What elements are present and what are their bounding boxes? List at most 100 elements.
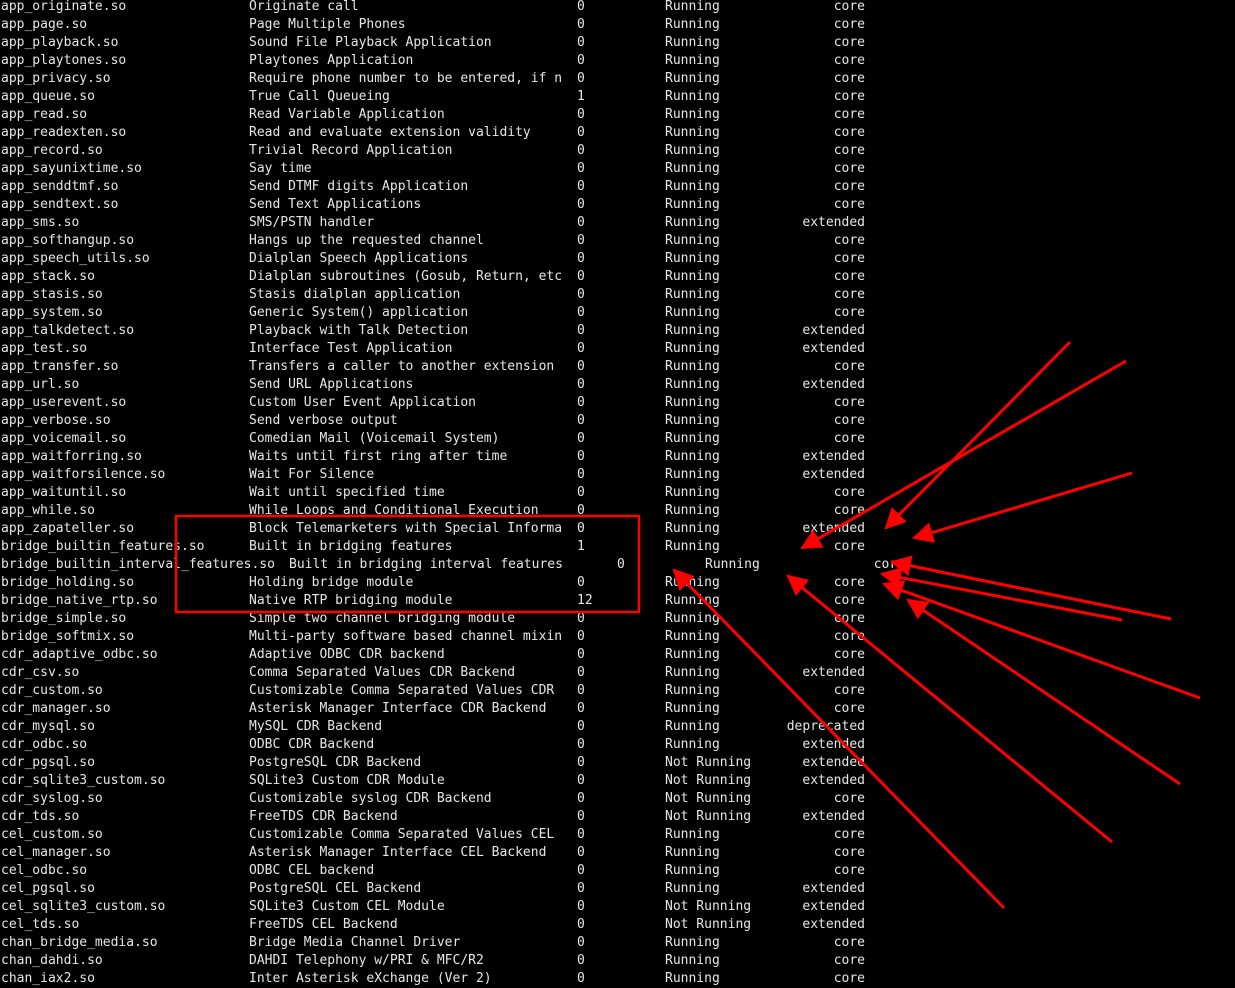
support-level: core: [833, 701, 865, 716]
module-row: bridge_holding.so Holding bridge module 0 R…: [0, 574, 1235, 592]
module-row: cdr_csv.so Comma Separated Values CDR Bac…: [0, 664, 1235, 682]
module-status: Running: [665, 719, 720, 734]
module-description: Send DTMF digits Application: [249, 179, 469, 194]
module-row: app_sms.so SMS/PSTN handler 0 Running extend…: [0, 214, 1235, 232]
module-name: app_verbose.so: [1, 413, 111, 428]
module-description: Dialplan Speech Applications: [249, 251, 469, 266]
module-name: app_transfer.so: [1, 359, 119, 374]
support-level: core: [833, 161, 865, 176]
module-name: app_senddtmf.so: [1, 179, 119, 194]
support-level: extended: [802, 755, 865, 770]
module-status: Running: [705, 557, 760, 572]
use-count: 0: [577, 935, 585, 950]
module-status: Running: [665, 953, 720, 968]
module-row: cdr_odbc.so ODBC CDR Backend 0 Running exten…: [0, 736, 1235, 754]
support-level: extended: [802, 665, 865, 680]
use-count: 0: [577, 233, 585, 248]
support-level: core: [833, 197, 865, 212]
module-name: app_system.so: [1, 305, 103, 320]
support-level: extended: [802, 899, 865, 914]
module-status: Running: [665, 845, 720, 860]
use-count: 0: [577, 755, 585, 770]
support-level: core: [833, 647, 865, 662]
module-row: cdr_manager.so Asterisk Manager Interface…: [0, 700, 1235, 718]
module-name: app_voicemail.so: [1, 431, 127, 446]
module-description: Adaptive ODBC CDR backend: [249, 647, 445, 662]
use-count: 0: [577, 341, 585, 356]
module-status: Running: [665, 71, 720, 86]
module-row: app_stasis.so Stasis dialplan application…: [0, 286, 1235, 304]
support-level: core: [833, 71, 865, 86]
support-level: core: [833, 269, 865, 284]
module-status: Running: [665, 395, 720, 410]
module-status: Running: [665, 17, 720, 32]
module-description: Bridge Media Channel Driver: [249, 935, 461, 950]
module-description: Transfers a caller to another extension: [249, 359, 555, 374]
module-name: app_waitforsilence.so: [1, 467, 166, 482]
support-level: core: [833, 395, 865, 410]
module-status: Running: [665, 485, 720, 500]
support-level: core: [833, 593, 865, 608]
module-row: app_senddtmf.so Send DTMF digits Applicat…: [0, 178, 1235, 196]
module-description: Asterisk Manager Interface CEL Backend: [249, 845, 547, 860]
support-level: extended: [802, 881, 865, 896]
module-name: bridge_builtin_features.so: [1, 539, 205, 554]
module-row: app_softhangup.so Hangs up the requested …: [0, 232, 1235, 250]
support-level: core: [833, 971, 865, 986]
use-count: 0: [577, 521, 585, 536]
use-count: 0: [577, 647, 585, 662]
use-count: 0: [577, 899, 585, 914]
use-count: 12: [577, 593, 593, 608]
module-status: Running: [665, 197, 720, 212]
use-count: 0: [577, 845, 585, 860]
support-level: extended: [802, 377, 865, 392]
support-level: extended: [802, 917, 865, 932]
module-row: app_sayunixtime.so Say time 0 Running core: [0, 160, 1235, 178]
support-level: extended: [802, 773, 865, 788]
module-row: app_waitforsilence.so Wait For Silence 0 Ru…: [0, 466, 1235, 484]
module-row: app_url.so Send URL Applications 0 Running e…: [0, 376, 1235, 394]
support-level: core: [833, 485, 865, 500]
module-description: Holding bridge module: [249, 575, 414, 590]
module-name: app_zapateller.so: [1, 521, 135, 536]
module-status: Running: [665, 737, 720, 752]
module-name: app_userevent.so: [1, 395, 127, 410]
use-count: 1: [577, 89, 585, 104]
module-status: Running: [665, 35, 720, 50]
module-name: app_talkdetect.so: [1, 323, 135, 338]
support-level: extended: [802, 467, 865, 482]
module-row: app_zapateller.so Block Telemarketers wit…: [0, 520, 1235, 538]
module-description: Customizable Comma Separated Values CDR: [249, 683, 555, 698]
module-status: Running: [665, 971, 720, 986]
use-count: 0: [577, 809, 585, 824]
module-description: Asterisk Manager Interface CDR Backend: [249, 701, 547, 716]
support-level: extended: [802, 215, 865, 230]
module-name: chan_bridge_media.so: [1, 935, 158, 950]
module-name: app_playtones.so: [1, 53, 127, 68]
module-row: app_record.so Trivial Record Application 0…: [0, 142, 1235, 160]
module-name: app_sendtext.so: [1, 197, 119, 212]
module-description: While Loops and Conditional Execution: [249, 503, 539, 518]
support-level: core: [833, 287, 865, 302]
support-level: core: [833, 575, 865, 590]
module-description: Page Multiple Phones: [249, 17, 406, 32]
module-description: Hangs up the requested channel: [249, 233, 484, 248]
module-row: app_sendtext.so Send Text Applications 0 Ru…: [0, 196, 1235, 214]
module-description: Require phone number to be entered, if n: [249, 71, 563, 86]
module-status: Running: [665, 449, 720, 464]
module-row: cdr_pgsql.so PostgreSQL CDR Backend 0 Not R…: [0, 754, 1235, 772]
module-row: app_verbose.so Send verbose output 0 Runnin…: [0, 412, 1235, 430]
module-description: Playtones Application: [249, 53, 414, 68]
module-description: Originate call: [249, 0, 359, 14]
module-status: Not Running: [665, 755, 752, 770]
use-count: 0: [577, 413, 585, 428]
use-count: 0: [577, 503, 585, 518]
support-level: extended: [802, 809, 865, 824]
module-description: Send URL Applications: [249, 377, 414, 392]
module-description: Comedian Mail (Voicemail System): [249, 431, 500, 446]
module-status: Running: [665, 143, 720, 158]
use-count: 0: [577, 215, 585, 230]
module-name: app_sms.so: [1, 215, 80, 230]
module-status: Running: [665, 359, 720, 374]
module-status: Running: [665, 341, 720, 356]
